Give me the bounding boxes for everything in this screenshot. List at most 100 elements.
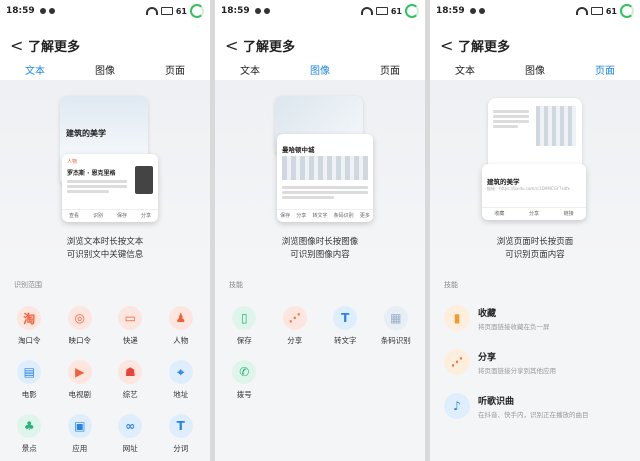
- card-action[interactable]: 识别: [93, 212, 103, 219]
- tab-bar: 文本 图像 页面: [430, 60, 640, 79]
- image-card: 曼哈顿中城 保存 分享 转文字 条码识别 更多: [277, 134, 373, 222]
- skill-item-desc: 在抖音、快手内，识别正在播放的曲目: [478, 410, 589, 419]
- recognition-item-icon: ♟: [168, 306, 193, 330]
- card-action[interactable]: 收藏: [494, 210, 504, 217]
- notification-icon: [478, 8, 485, 14]
- section-label: 技能: [229, 281, 243, 289]
- webpage-card: 建筑的美学 链接：https://baidu.com/s/1DAMCGY7sdf…: [482, 164, 586, 220]
- card-action[interactable]: 条码识别: [334, 212, 354, 219]
- person-name: 罗杰斯 · 恩克里格: [67, 170, 116, 177]
- loading-ring-icon: [620, 4, 634, 18]
- tab-page[interactable]: 页面: [587, 60, 623, 79]
- skill-item[interactable]: ✆ 拨号: [219, 360, 270, 414]
- card-action[interactable]: 保存: [280, 212, 290, 219]
- skill-list-item[interactable]: ♪ 听歌识曲 在抖音、快手内，识别正在播放的曲目: [444, 384, 632, 428]
- card-action[interactable]: 分享: [141, 212, 151, 219]
- recognition-item[interactable]: ▭ 快递: [105, 306, 156, 360]
- card-actions: 保存 分享 转文字 条码识别 更多: [277, 209, 373, 219]
- skill-item-icon: ▯: [232, 306, 257, 330]
- skill-item-title: 分享: [478, 352, 497, 363]
- skill-item-label: 分享: [287, 336, 303, 345]
- skill-item-label: 保存: [236, 336, 252, 345]
- recognition-item-icon: ▭: [118, 306, 143, 330]
- recognition-item[interactable]: ⌖ 地址: [156, 360, 207, 414]
- card-action[interactable]: 转文字: [312, 212, 327, 219]
- battery-level: 61: [175, 6, 187, 16]
- skill-item[interactable]: ⋰ 分享: [270, 306, 321, 360]
- tab-text[interactable]: 文本: [17, 60, 53, 79]
- battery-level: 61: [390, 6, 402, 16]
- caption-line: 浏览图像时长按图像: [281, 237, 359, 247]
- recognition-item-label: 淘口令: [18, 336, 41, 345]
- card-title: 建筑的美学: [487, 178, 520, 186]
- person-card: 人物 罗杰斯 · 恩克里格 查看 识别 保存 分享: [62, 154, 158, 222]
- notification-icon: [469, 8, 476, 14]
- card-url: 链接：https://baidu.com/s/1DAMCGY7sdfx: [487, 186, 570, 191]
- card-action[interactable]: 查看: [69, 212, 79, 219]
- recognition-item[interactable]: ∞ 网址: [105, 414, 156, 461]
- tab-page[interactable]: 页面: [372, 60, 408, 79]
- header: < 了解更多 文本 图像 页面: [430, 22, 640, 80]
- skill-item-desc: 将页面链接分享到其他应用: [478, 366, 556, 375]
- status-bar: 18:59 61: [430, 0, 640, 22]
- tab-page[interactable]: 页面: [157, 60, 193, 79]
- skill-item-icon: ✆: [232, 360, 257, 384]
- skill-list-item[interactable]: ▮ 收藏 将页面链接收藏在负一屏: [444, 296, 632, 340]
- recognition-item[interactable]: ♣ 景点: [4, 414, 55, 461]
- caption: 浏览图像时长按图像 可识别图像内容: [215, 236, 425, 262]
- page-title: 了解更多: [458, 40, 511, 55]
- skills-grid: ▯ 保存 ⋰ 分享 T 转文字 ▦ 条码识别 ✆ 拨号: [219, 306, 421, 414]
- notification-icon: [263, 8, 270, 14]
- skill-item[interactable]: ▦ 条码识别: [371, 306, 422, 360]
- skill-item-icon: ♪: [444, 393, 470, 419]
- recognition-item[interactable]: ▣ 应用: [55, 414, 106, 461]
- recognition-item-icon: ⌖: [168, 360, 193, 384]
- tab-text[interactable]: 文本: [447, 60, 483, 79]
- section-label: 技能: [444, 281, 458, 289]
- card-title: 建筑的美学: [66, 129, 106, 138]
- battery-icon: [375, 7, 388, 15]
- page-title: 了解更多: [243, 40, 296, 55]
- tab-image[interactable]: 图像: [87, 60, 123, 79]
- card-action[interactable]: 链接: [564, 210, 574, 217]
- recognition-item[interactable]: 淘淘口令: [4, 306, 55, 360]
- caption-line: 可识别图像内容: [290, 250, 350, 260]
- recognition-item-label: 电影: [21, 390, 37, 399]
- recognition-item-icon: ♣: [17, 414, 42, 438]
- skill-item-label: 拨号: [236, 390, 252, 399]
- recognition-item-icon: ☗: [118, 360, 143, 384]
- back-button[interactable]: <: [440, 36, 453, 55]
- status-time: 18:59: [436, 6, 465, 16]
- wifi-icon: [575, 7, 588, 15]
- loading-ring-icon: [405, 4, 419, 18]
- back-button[interactable]: <: [225, 36, 238, 55]
- recognition-item[interactable]: T 分词: [156, 414, 207, 461]
- recognition-item[interactable]: ☗ 综艺: [105, 360, 156, 414]
- card-action[interactable]: 保存: [117, 212, 127, 219]
- card-action[interactable]: 分享: [296, 212, 306, 219]
- skill-item-title: 收藏: [478, 308, 497, 319]
- recognition-item-label: 人物: [173, 336, 189, 345]
- back-button[interactable]: <: [10, 36, 23, 55]
- tab-text[interactable]: 文本: [232, 60, 268, 79]
- status-time: 18:59: [221, 6, 250, 16]
- recognition-item-icon: ▶: [67, 360, 92, 384]
- recognition-item[interactable]: ▶ 电视剧: [55, 360, 106, 414]
- card-action[interactable]: 分享: [529, 210, 539, 217]
- card-action[interactable]: 更多: [360, 212, 370, 219]
- recognition-item[interactable]: ▤ 电影: [4, 360, 55, 414]
- tab-image[interactable]: 图像: [302, 60, 338, 79]
- recognition-item-label: 电视剧: [68, 390, 92, 399]
- skill-item[interactable]: T 转文字: [320, 306, 371, 360]
- status-time: 18:59: [6, 6, 35, 16]
- skill-list-item[interactable]: ⋰ 分享 将页面链接分享到其他应用: [444, 340, 632, 384]
- skill-item[interactable]: ▯ 保存: [219, 306, 270, 360]
- status-bar: 18:59 61: [0, 0, 210, 22]
- recognition-item[interactable]: ◎ 映口令: [55, 306, 106, 360]
- recognition-item[interactable]: ♟ 人物: [156, 306, 207, 360]
- caption-line: 可识别文中关键信息: [66, 250, 144, 260]
- tab-image[interactable]: 图像: [517, 60, 553, 79]
- skill-item-icon: ▦: [383, 306, 408, 330]
- recognition-item-icon: ∞: [118, 414, 143, 438]
- card-actions: 查看 识别 保存 分享: [62, 209, 158, 219]
